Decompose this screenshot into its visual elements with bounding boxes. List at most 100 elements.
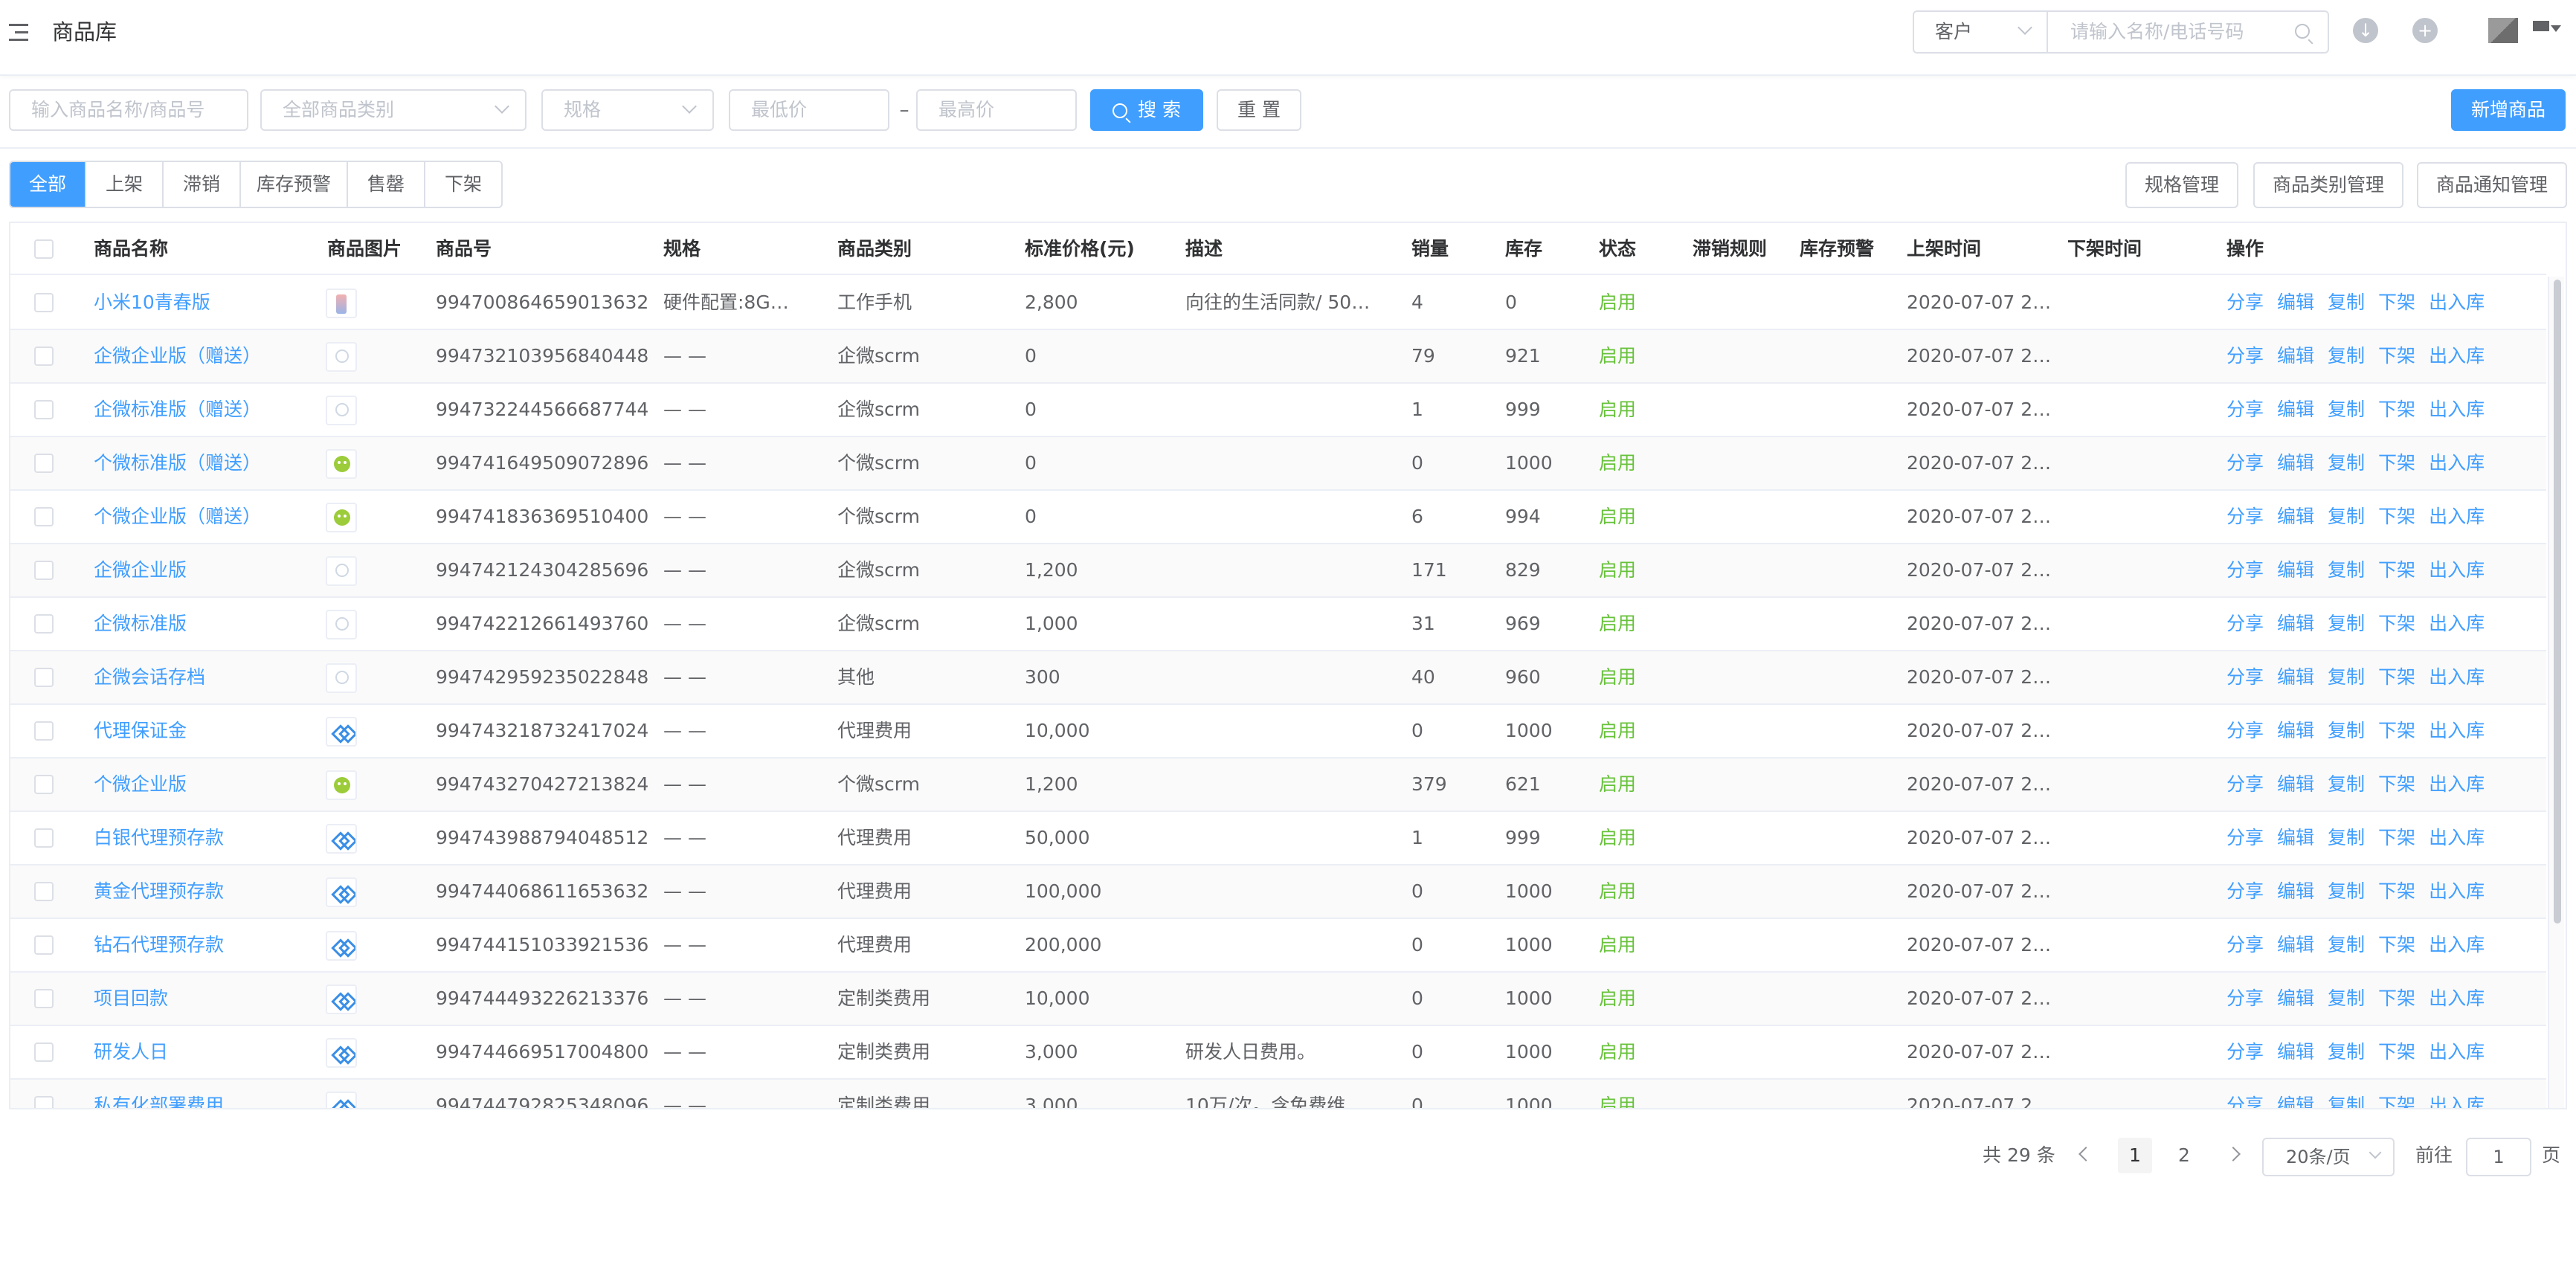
stock-in-out-link[interactable]: 出入库: [2429, 720, 2485, 741]
row-checkbox[interactable]: [34, 293, 54, 312]
edit-link[interactable]: 编辑: [2277, 291, 2314, 313]
stock-in-out-link[interactable]: 出入库: [2429, 345, 2485, 367]
category-manage-button[interactable]: 商品类别管理: [2253, 162, 2403, 208]
edit-link[interactable]: 编辑: [2277, 934, 2314, 955]
download-icon[interactable]: ↓: [2353, 18, 2378, 43]
product-image[interactable]: [326, 717, 357, 747]
delist-link[interactable]: 下架: [2378, 345, 2415, 367]
tab-delisted[interactable]: 下架: [425, 162, 501, 207]
product-image[interactable]: [326, 503, 357, 532]
row-checkbox[interactable]: [34, 828, 54, 848]
edit-link[interactable]: 编辑: [2277, 613, 2314, 634]
share-link[interactable]: 分享: [2226, 987, 2264, 1009]
max-price-input[interactable]: 最高价: [916, 89, 1077, 131]
product-image[interactable]: [326, 556, 357, 586]
row-checkbox[interactable]: [34, 400, 54, 419]
product-name-link[interactable]: 企微会话存档: [94, 651, 205, 703]
share-link[interactable]: 分享: [2226, 827, 2264, 848]
product-name-link[interactable]: 企微标准版: [94, 598, 187, 650]
share-link[interactable]: 分享: [2226, 452, 2264, 474]
stock-in-out-link[interactable]: 出入库: [2429, 452, 2485, 474]
copy-link[interactable]: 复制: [2328, 720, 2365, 741]
product-name-link[interactable]: 企微企业版: [94, 544, 187, 596]
share-link[interactable]: 分享: [2226, 1095, 2264, 1108]
edit-link[interactable]: 编辑: [2277, 880, 2314, 902]
copy-link[interactable]: 复制: [2328, 559, 2365, 581]
row-checkbox[interactable]: [34, 507, 54, 526]
share-link[interactable]: 分享: [2226, 934, 2264, 955]
product-name-link[interactable]: 白银代理预存款: [94, 812, 224, 864]
tab-all[interactable]: 全部: [10, 162, 86, 207]
product-name-link[interactable]: 小米10青春版: [94, 277, 210, 329]
row-checkbox[interactable]: [34, 935, 54, 955]
copy-link[interactable]: 复制: [2328, 1095, 2365, 1108]
menu-fold-icon[interactable]: [9, 22, 30, 43]
search-button[interactable]: 搜 索: [1090, 89, 1203, 131]
edit-link[interactable]: 编辑: [2277, 506, 2314, 527]
row-checkbox[interactable]: [34, 721, 54, 741]
share-link[interactable]: 分享: [2226, 506, 2264, 527]
copy-link[interactable]: 复制: [2328, 880, 2365, 902]
page-2-button[interactable]: 2: [2167, 1138, 2201, 1173]
share-link[interactable]: 分享: [2226, 773, 2264, 795]
product-name-link[interactable]: 钻石代理预存款: [94, 919, 224, 971]
stock-in-out-link[interactable]: 出入库: [2429, 399, 2485, 420]
category-select[interactable]: 全部商品类别: [260, 89, 527, 131]
row-checkbox[interactable]: [34, 561, 54, 580]
stock-in-out-link[interactable]: 出入库: [2429, 987, 2485, 1009]
share-link[interactable]: 分享: [2226, 666, 2264, 688]
row-checkbox[interactable]: [34, 668, 54, 687]
share-link[interactable]: 分享: [2226, 399, 2264, 420]
product-name-link[interactable]: 研发人日: [94, 1026, 168, 1078]
edit-link[interactable]: 编辑: [2277, 666, 2314, 688]
product-image[interactable]: [326, 931, 357, 961]
stock-in-out-link[interactable]: 出入库: [2429, 827, 2485, 848]
edit-link[interactable]: 编辑: [2277, 452, 2314, 474]
product-image[interactable]: [326, 984, 357, 1014]
edit-link[interactable]: 编辑: [2277, 773, 2314, 795]
product-image[interactable]: [326, 396, 357, 425]
product-image[interactable]: [326, 824, 357, 854]
customer-type-select[interactable]: 客户: [1913, 10, 2048, 54]
share-link[interactable]: 分享: [2226, 613, 2264, 634]
copy-link[interactable]: 复制: [2328, 506, 2365, 527]
product-name-link[interactable]: 个微企业版: [94, 758, 187, 810]
copy-link[interactable]: 复制: [2328, 345, 2365, 367]
table-scrollbar[interactable]: [2548, 277, 2564, 1108]
delist-link[interactable]: 下架: [2378, 399, 2415, 420]
delist-link[interactable]: 下架: [2378, 1095, 2415, 1108]
page-size-select[interactable]: 20条/页: [2262, 1138, 2395, 1176]
scrollbar-thumb[interactable]: [2554, 280, 2561, 924]
search-icon[interactable]: [2295, 24, 2310, 39]
chevron-left-icon[interactable]: [2078, 1147, 2093, 1161]
delist-link[interactable]: 下架: [2378, 827, 2415, 848]
delist-link[interactable]: 下架: [2378, 291, 2415, 313]
product-image[interactable]: [326, 342, 357, 372]
customer-search-input[interactable]: 请输入名称/电话号码: [2047, 10, 2329, 54]
tab-listed[interactable]: 上架: [86, 162, 164, 207]
stock-in-out-link[interactable]: 出入库: [2429, 559, 2485, 581]
product-name-link[interactable]: 个微企业版（赠送）: [94, 491, 261, 543]
delist-link[interactable]: 下架: [2378, 559, 2415, 581]
product-image[interactable]: [326, 449, 357, 479]
copy-link[interactable]: 复制: [2328, 452, 2365, 474]
product-image[interactable]: [326, 663, 357, 693]
tab-stock-warning[interactable]: 库存预警: [241, 162, 348, 207]
delist-link[interactable]: 下架: [2378, 934, 2415, 955]
share-link[interactable]: 分享: [2226, 880, 2264, 902]
stock-in-out-link[interactable]: 出入库: [2429, 506, 2485, 527]
edit-link[interactable]: 编辑: [2277, 399, 2314, 420]
product-name-link[interactable]: 私有化部署费用: [94, 1080, 224, 1108]
goto-page-input[interactable]: 1: [2466, 1138, 2531, 1176]
page-1-button[interactable]: 1: [2118, 1138, 2152, 1173]
edit-link[interactable]: 编辑: [2277, 1095, 2314, 1108]
product-name-input[interactable]: 输入商品名称/商品号: [9, 89, 248, 131]
chevron-right-icon[interactable]: [2226, 1147, 2241, 1161]
copy-link[interactable]: 复制: [2328, 399, 2365, 420]
copy-link[interactable]: 复制: [2328, 987, 2365, 1009]
share-link[interactable]: 分享: [2226, 559, 2264, 581]
tab-slow-moving[interactable]: 滞销: [164, 162, 241, 207]
notification-manage-button[interactable]: 商品通知管理: [2417, 162, 2567, 208]
product-image[interactable]: [326, 289, 357, 318]
product-name-link[interactable]: 企微标准版（赠送）: [94, 384, 261, 436]
